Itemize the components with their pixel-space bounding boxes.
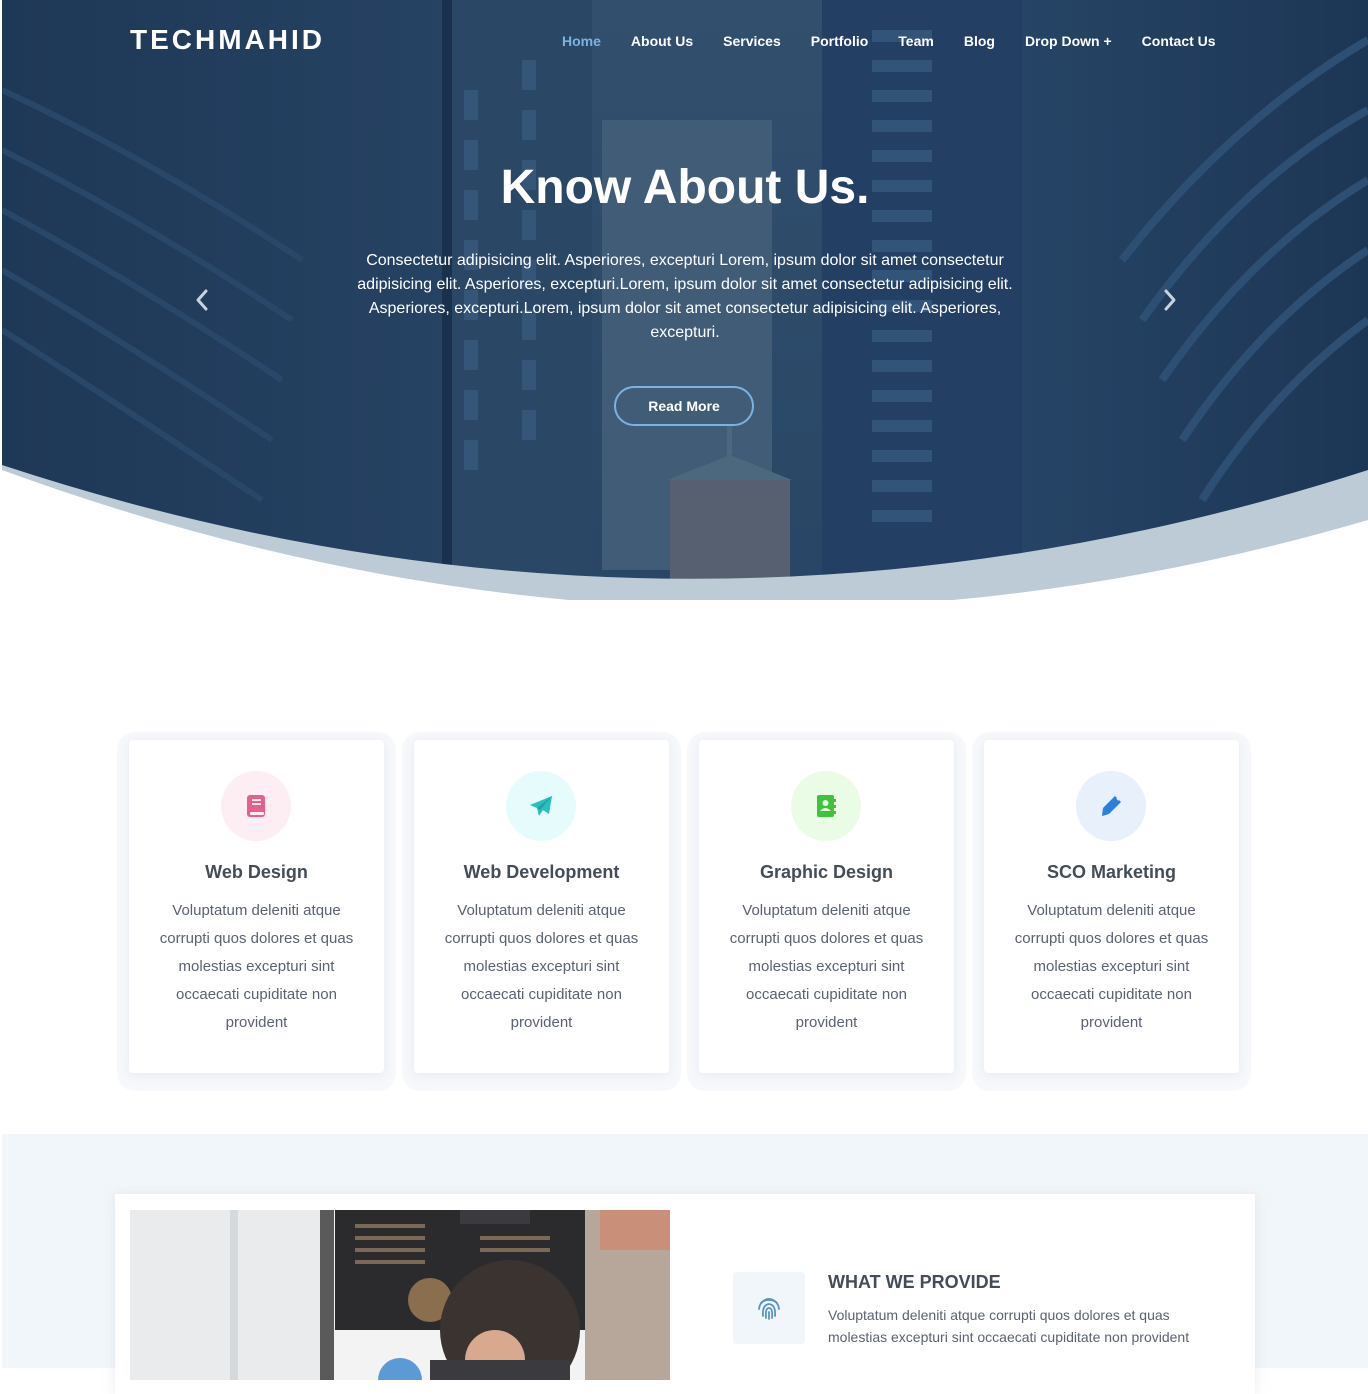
main-menu: Home About Us Services Portfolio Team Bl… <box>562 30 1216 52</box>
hero-description: Consectetur adipisicing elit. Asperiores… <box>357 252 1013 341</box>
nav-team[interactable]: Team <box>898 33 934 49</box>
nav-portfolio[interactable]: Portfolio <box>811 33 869 49</box>
provide-box: WHAT WE PROVIDE Voluptatum deleniti atqu… <box>115 1194 1255 1394</box>
hero-banner: TECHMAHID Home About Us Services Portfol… <box>2 0 1368 600</box>
service-icon-circle <box>506 771 576 841</box>
service-icon-circle <box>1076 771 1146 841</box>
service-description: Voluptatum deleniti atque corrupti quos … <box>729 902 924 1031</box>
address-book-icon <box>817 795 836 817</box>
chevron-right-icon <box>1164 289 1176 311</box>
provide-description: Voluptatum deleniti atque corrupti quos … <box>828 1307 1190 1345</box>
site-logo[interactable]: TECHMAHID <box>130 24 325 56</box>
paper-plane-icon <box>530 796 552 816</box>
book-icon <box>247 795 265 817</box>
provide-title: WHAT WE PROVIDE <box>828 1272 1001 1292</box>
carousel-next-button[interactable] <box>1156 286 1184 314</box>
nav-services[interactable]: Services <box>723 33 781 49</box>
service-icon-circle <box>791 771 861 841</box>
chevron-left-icon <box>196 289 208 311</box>
nav-about-us[interactable]: About Us <box>631 33 693 49</box>
hero-title: Know About Us. <box>500 161 870 214</box>
service-card-graphic-design[interactable]: Graphic Design Voluptatum deleniti atque… <box>699 740 954 1073</box>
service-card-wrapper: SCO Marketing Voluptatum deleniti atque … <box>972 732 1251 1091</box>
carousel-prev-button[interactable] <box>188 286 216 314</box>
service-description: Voluptatum deleniti atque corrupti quos … <box>1014 902 1209 1031</box>
nav-drop-down[interactable]: Drop Down + <box>1025 33 1112 49</box>
service-icon-circle <box>221 771 291 841</box>
provide-section: WHAT WE PROVIDE Voluptatum deleniti atqu… <box>2 1134 1368 1394</box>
nav-blog[interactable]: Blog <box>964 33 995 49</box>
office-photo <box>130 1210 670 1380</box>
service-description: Voluptatum deleniti atque corrupti quos … <box>444 902 639 1031</box>
nav-contact-us[interactable]: Contact Us <box>1142 33 1216 49</box>
service-card-wrapper: Web Design Voluptatum deleniti atque cor… <box>117 732 396 1091</box>
service-title: SCO Marketing <box>1046 862 1177 882</box>
provide-icon-box <box>733 1272 805 1344</box>
service-card-wrapper: Web Development Voluptatum deleniti atqu… <box>402 732 681 1091</box>
fingerprint-icon <box>758 1298 780 1320</box>
office-photo-image <box>130 1210 670 1380</box>
service-title: Graphic Design <box>759 862 894 882</box>
nav-home[interactable]: Home <box>562 33 601 49</box>
service-card-web-development[interactable]: Web Development Voluptatum deleniti atqu… <box>414 740 669 1073</box>
top-navbar: TECHMAHID Home About Us Services Portfol… <box>2 0 1368 80</box>
service-title: Web Development <box>463 862 620 882</box>
read-more-button[interactable]: Read More <box>614 386 754 426</box>
service-card-wrapper: Graphic Design Voluptatum deleniti atque… <box>687 732 966 1091</box>
service-card-web-design[interactable]: Web Design Voluptatum deleniti atque cor… <box>129 740 384 1073</box>
service-title: Web Design <box>205 862 308 882</box>
service-description: Voluptatum deleniti atque corrupti quos … <box>159 902 354 1031</box>
pen-icon <box>1102 796 1121 816</box>
service-card-sco-marketing[interactable]: SCO Marketing Voluptatum deleniti atque … <box>984 740 1239 1073</box>
